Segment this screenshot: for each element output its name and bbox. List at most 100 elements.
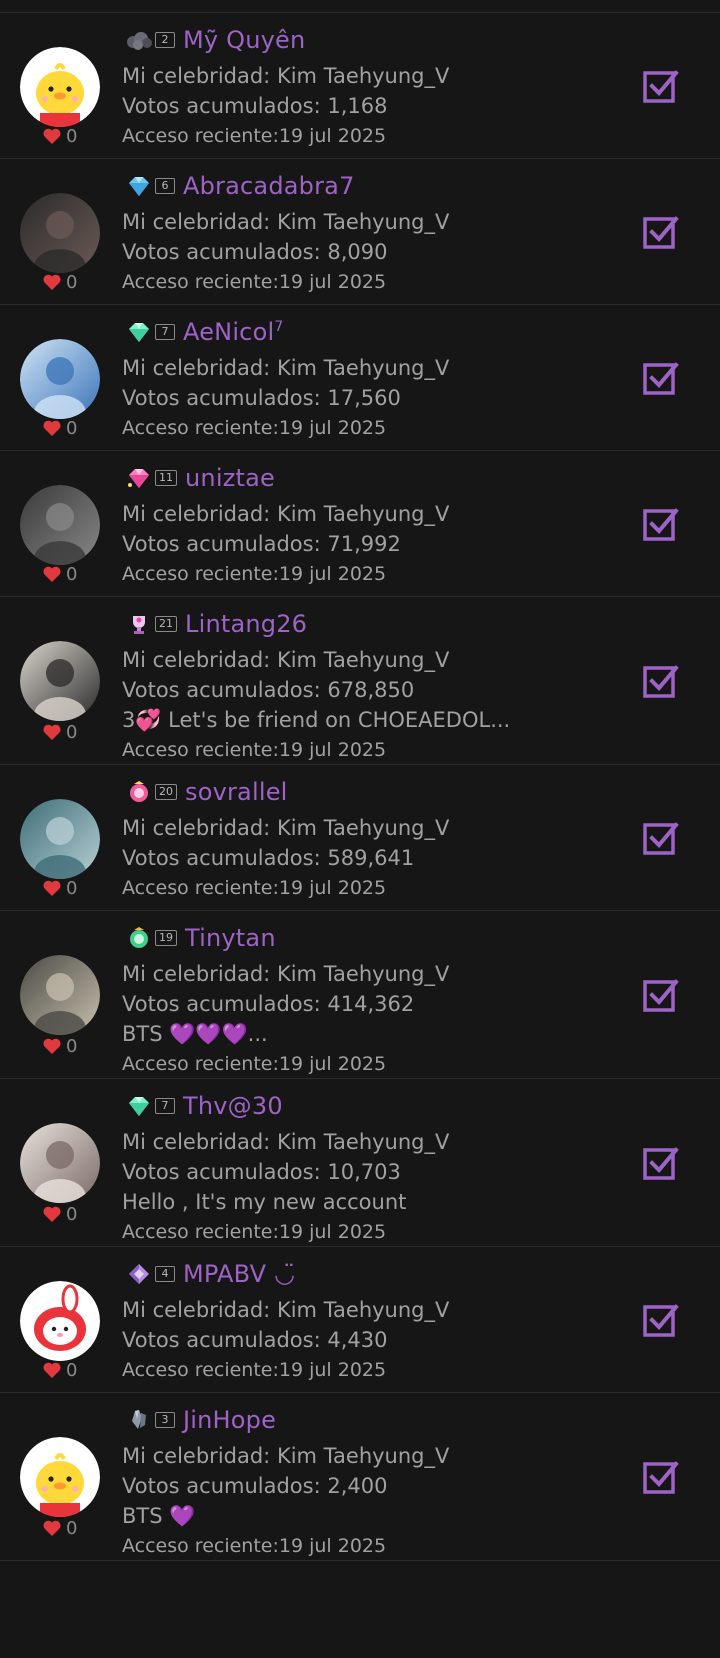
recent-access-line-value: 19 jul 2025 (278, 1359, 387, 1381)
duck-avatar[interactable] (20, 1437, 100, 1517)
vote-checkbox-button[interactable] (642, 1301, 680, 1339)
status-message-value: Hello , It's my new account (122, 1190, 407, 1214)
vote-checkbox-button[interactable] (642, 819, 680, 857)
likes-counter[interactable]: 0 (42, 563, 77, 585)
level-badge: 11 (155, 470, 177, 486)
user-row[interactable]: 0 19 Tinytan Mi celebridad: Kim Taehyung_V V… (0, 911, 720, 1079)
votes-line-value: 2,400 (327, 1474, 388, 1498)
celebrity-line: Mi celebridad: Kim Taehyung_V (122, 959, 449, 989)
vote-checkbox-button[interactable] (642, 359, 680, 397)
username[interactable]: Thv@30 (183, 1092, 283, 1120)
likes-counter[interactable]: 0 (42, 125, 77, 147)
photo-avatar[interactable] (20, 641, 100, 721)
votes-line-value: 8,090 (327, 240, 388, 264)
votes-line-value: 17,560 (327, 386, 401, 410)
user-row[interactable]: 0 4 MPABV ◡̈ Mi celebridad: Kim Taehyung_V V… (0, 1247, 720, 1393)
vote-checkbox-button[interactable] (642, 505, 680, 543)
photo-avatar[interactable] (20, 485, 100, 565)
votes-line-label: Votos acumulados: (122, 1474, 328, 1498)
recent-access-line-label: Acceso reciente: (122, 125, 279, 147)
votes-line-value: 71,992 (327, 532, 401, 556)
blue-diamond-badge-icon (124, 173, 154, 199)
likes-counter[interactable]: 0 (42, 417, 77, 439)
user-row[interactable]: 0 21 Lintang26 Mi celebridad: Kim Taehyung_… (0, 597, 720, 765)
bunny-avatar[interactable] (20, 1281, 100, 1361)
vote-checkbox-button[interactable] (642, 213, 680, 251)
celebrity-line-value: Kim Taehyung_V (276, 502, 450, 526)
user-row[interactable]: 0 3 JinHope Mi celebridad: Kim Taehyung_V Vo… (0, 1393, 720, 1561)
likes-counter[interactable]: 0 (42, 1035, 77, 1057)
likes-counter[interactable]: 0 (42, 721, 77, 743)
check-square-icon (642, 665, 680, 704)
heart-icon (42, 273, 62, 291)
user-name-line: 21 Lintang26 (124, 607, 307, 641)
username[interactable]: sovrallel (185, 778, 288, 806)
gray-crystal-badge-icon (124, 1407, 154, 1433)
user-row[interactable]: 0 2 Mỹ Quyên Mi celebridad: Kim Taehyung_V V… (0, 13, 720, 159)
celebrity-line-label: Mi celebridad: (122, 816, 277, 840)
celebrity-line: Mi celebridad: Kim Taehyung_V (122, 645, 510, 675)
username[interactable]: uniztae (185, 464, 275, 492)
likes-count: 0 (66, 125, 78, 147)
username-text: Lintang26 (185, 610, 308, 638)
duck-avatar[interactable] (20, 47, 100, 127)
vote-checkbox-button[interactable] (642, 662, 680, 700)
check-square-icon (642, 216, 680, 255)
recent-access-line-value: 19 jul 2025 (278, 1535, 387, 1557)
recent-access-line-label: Acceso reciente: (122, 563, 279, 585)
user-info: Mi celebridad: Kim Taehyung_V Votos acumu… (122, 959, 449, 1079)
user-row[interactable]: 0 7 Thv@30 Mi celebridad: Kim Taehyung_V Vot… (0, 1079, 720, 1247)
user-name-line: 19 Tinytan (124, 921, 276, 955)
photo-avatar[interactable] (20, 955, 100, 1035)
status-message-value: 3💞 Let's be friend on CHOEAEDOL... (122, 708, 511, 732)
recent-access-line-label: Acceso reciente: (122, 877, 279, 899)
status-message: BTS 💜💜💜... (122, 1019, 449, 1049)
recent-access-line: Acceso reciente:19 jul 2025 (122, 267, 449, 297)
username[interactable]: AeNicol7 (183, 318, 283, 346)
votes-line: Votos acumulados: 17,560 (122, 383, 449, 413)
user-row[interactable]: 0 11 uniztae Mi celebridad: Kim Taehyung_V V… (0, 451, 720, 597)
username[interactable]: Lintang26 (185, 610, 307, 638)
likes-counter[interactable]: 0 (42, 271, 77, 293)
celebrity-line: Mi celebridad: Kim Taehyung_V (122, 353, 449, 383)
recent-access-line: Acceso reciente:19 jul 2025 (122, 121, 449, 151)
likes-count: 0 (66, 1517, 78, 1539)
username[interactable]: Tinytan (185, 924, 276, 952)
celebrity-line-label: Mi celebridad: (122, 962, 277, 986)
likes-counter[interactable]: 0 (42, 1517, 77, 1539)
username-text: Tinytan (185, 924, 276, 952)
username[interactable]: JinHope (183, 1406, 276, 1434)
votes-line-value: 414,362 (327, 992, 415, 1016)
likes-counter[interactable]: 0 (42, 1359, 77, 1381)
user-row[interactable]: 0 20 sovrallel Mi celebridad: Kim Taehyung_… (0, 765, 720, 911)
likes-counter[interactable]: 0 (42, 877, 77, 899)
celebrity-line-label: Mi celebridad: (122, 1298, 277, 1322)
username[interactable]: Abracadabra7 (183, 172, 355, 200)
username[interactable]: Mỹ Quyên (183, 26, 305, 54)
vote-checkbox-button[interactable] (642, 976, 680, 1014)
check-square-icon (642, 508, 680, 547)
photo-avatar[interactable] (20, 193, 100, 273)
celebrity-line-label: Mi celebridad: (122, 64, 277, 88)
vote-checkbox-button[interactable] (642, 1458, 680, 1496)
likes-count: 0 (66, 563, 78, 585)
username-superscript: 7 (274, 319, 284, 335)
photo-avatar[interactable] (20, 1123, 100, 1203)
recent-access-line-value: 19 jul 2025 (278, 877, 387, 899)
user-row[interactable]: 0 6 Abracadabra7 Mi celebridad: Kim Taehyun… (0, 159, 720, 305)
votes-line-label: Votos acumulados: (122, 386, 328, 410)
vote-checkbox-button[interactable] (642, 67, 680, 105)
heart-icon (42, 1519, 62, 1537)
user-row[interactable]: 0 7 AeNicol7 Mi celebridad: Kim Taehyung_V V… (0, 305, 720, 451)
rock-badge-icon (124, 27, 154, 53)
username[interactable]: MPABV ◡̈ (183, 1260, 295, 1288)
celebrity-line-value: Kim Taehyung_V (276, 1130, 450, 1154)
likes-counter[interactable]: 0 (42, 1203, 77, 1225)
photo-avatar[interactable] (20, 799, 100, 879)
recent-access-line-label: Acceso reciente: (122, 1053, 279, 1075)
vote-checkbox-button[interactable] (642, 1144, 680, 1182)
photo-avatar[interactable] (20, 339, 100, 419)
status-message: BTS 💜 (122, 1501, 449, 1531)
celebrity-line-value: Kim Taehyung_V (276, 356, 450, 380)
user-info: Mi celebridad: Kim Taehyung_V Votos acumu… (122, 61, 449, 151)
